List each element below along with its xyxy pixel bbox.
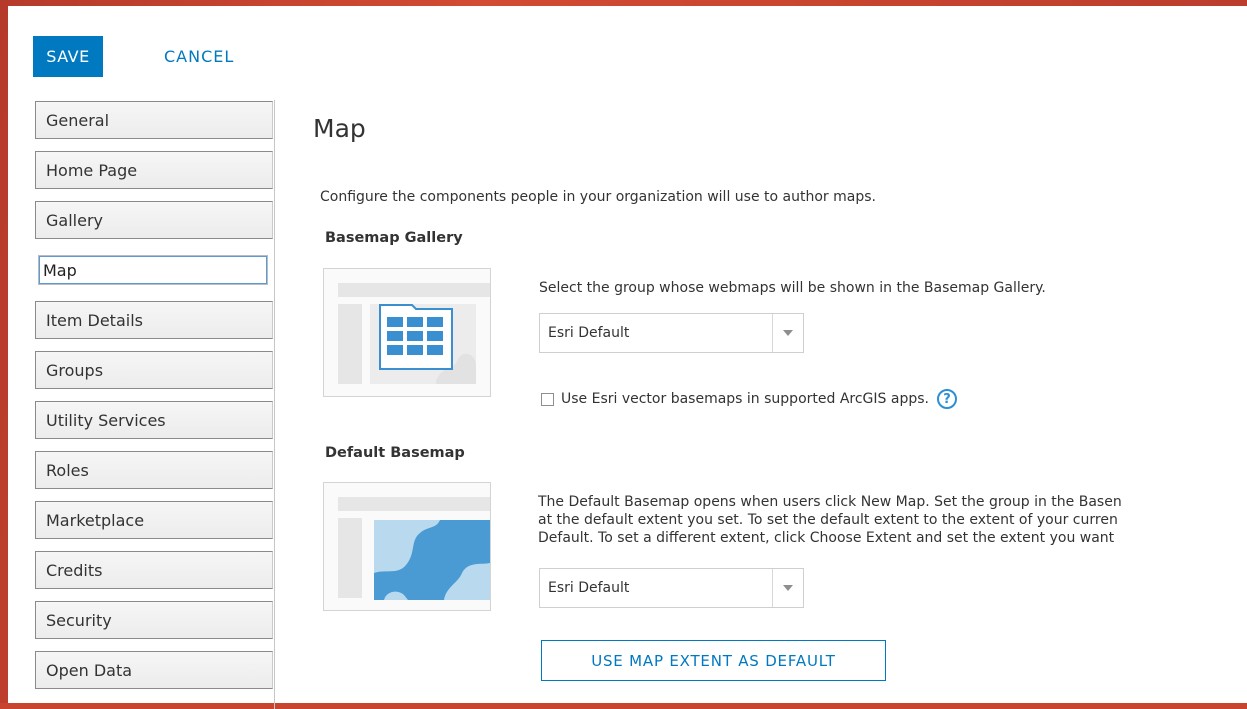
nav-item-label: Utility Services	[46, 410, 166, 430]
cancel-button[interactable]: CANCEL	[158, 36, 240, 77]
default-basemap-group-select[interactable]: Esri Default	[539, 568, 804, 608]
basemap-gallery-group-select[interactable]: Esri Default	[539, 313, 804, 353]
select-value: Esri Default	[548, 580, 630, 596]
nav-item-label: General	[46, 110, 110, 130]
nav-item-credits[interactable]: Credits	[35, 551, 273, 589]
chevron-down-icon	[772, 314, 803, 352]
default-basemap-description-line-3: Default. To set a different extent, clic…	[538, 530, 1115, 546]
nav-item-marketplace[interactable]: Marketplace	[35, 501, 273, 539]
page-title: Map	[313, 114, 366, 143]
vector-basemaps-label: Use Esri vector basemaps in supported Ar…	[561, 391, 929, 407]
nav-item-label: Open Data	[46, 660, 133, 680]
nav-item-utility-services[interactable]: Utility Services	[35, 401, 273, 439]
nav-item-label: Credits	[46, 560, 103, 580]
nav-item-label: Home Page	[46, 160, 138, 180]
default-basemap-heading: Default Basemap	[325, 445, 465, 461]
nav-divider	[274, 100, 275, 709]
nav-item-label: Gallery	[46, 210, 103, 230]
nav-item-label: Security	[46, 610, 112, 630]
nav-item-groups[interactable]: Groups	[35, 351, 273, 389]
nav-item-label: Map	[43, 260, 77, 280]
use-map-extent-button[interactable]: USE MAP EXTENT AS DEFAULT	[541, 640, 886, 681]
nav-item-home-page[interactable]: Home Page	[35, 151, 273, 189]
help-icon[interactable]: ?	[936, 389, 957, 409]
nav-item-general[interactable]: General	[35, 101, 273, 139]
default-basemap-thumbnail	[323, 482, 491, 611]
save-button[interactable]: SAVE	[33, 36, 103, 77]
intro-text: Configure the components people in your …	[320, 189, 876, 205]
default-basemap-description-line-1: The Default Basemap opens when users cli…	[538, 494, 1122, 510]
vector-basemaps-option: Use Esri vector basemaps in supported Ar…	[541, 389, 957, 409]
nav-item-gallery[interactable]: Gallery	[35, 201, 273, 239]
nav-item-label: Marketplace	[46, 510, 145, 530]
chevron-down-icon	[772, 569, 803, 607]
nav-item-map[interactable]: Map	[38, 255, 268, 285]
vector-basemaps-checkbox[interactable]	[541, 392, 554, 406]
nav-item-label: Groups	[46, 360, 104, 380]
select-value: Esri Default	[548, 325, 630, 341]
nav-item-item-details[interactable]: Item Details	[35, 301, 273, 339]
basemap-gallery-description: Select the group whose webmaps will be s…	[539, 280, 1046, 296]
nav-item-open-data[interactable]: Open Data	[35, 651, 273, 689]
default-basemap-description-line-2: at the default extent you set. To set th…	[538, 512, 1118, 528]
nav-item-security[interactable]: Security	[35, 601, 273, 639]
basemap-gallery-thumbnail	[323, 268, 491, 397]
settings-panel: SAVE CANCEL General Home Page Gallery Map It…	[8, 6, 1247, 709]
nav-item-label: Item Details	[46, 310, 143, 330]
nav-item-label: Roles	[46, 460, 89, 480]
basemap-gallery-heading: Basemap Gallery	[325, 230, 463, 246]
nav-item-roles[interactable]: Roles	[35, 451, 273, 489]
